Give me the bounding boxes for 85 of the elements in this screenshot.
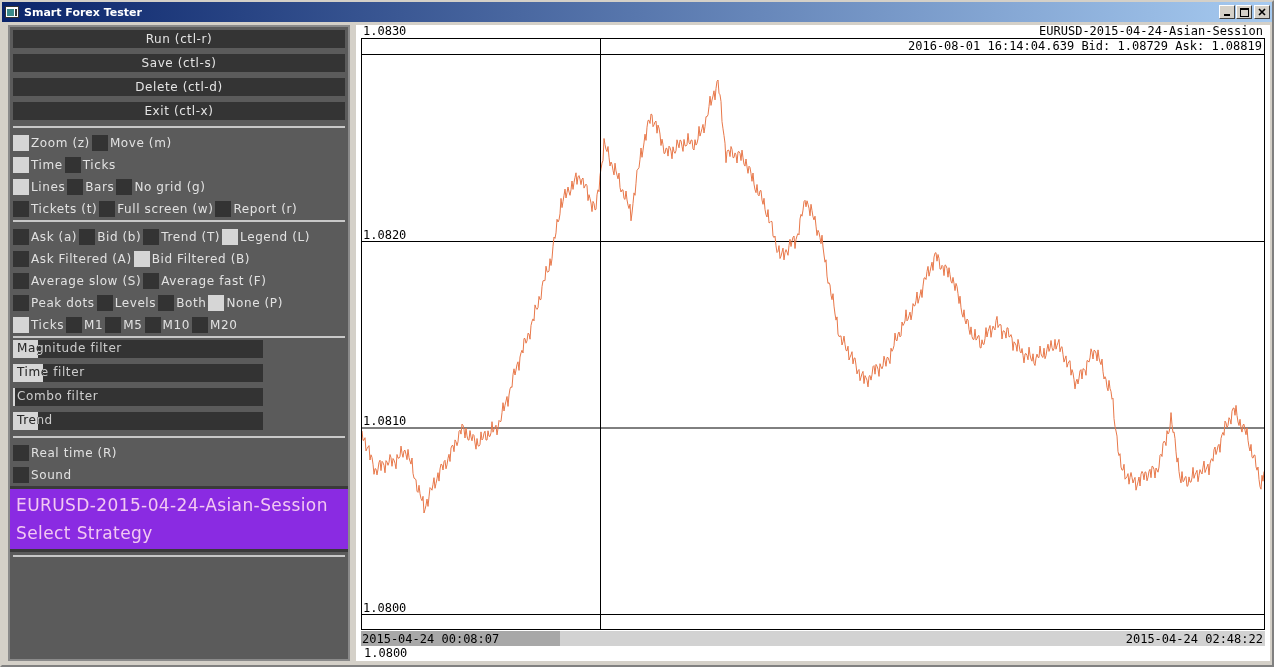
option-label: Trend (T) [161,230,221,244]
axis-label: 1.0800 [363,601,407,614]
checkbox[interactable] [191,317,208,333]
checkbox[interactable] [143,229,160,245]
axis-label: 1.0830 [363,25,407,38]
checkbox[interactable] [79,229,96,245]
session-title: EURUSD-2015-04-24-Asian-Session [16,494,329,517]
app-icon [5,6,19,18]
checkbox[interactable] [13,251,29,267]
option-label: Average slow (S) [31,274,142,288]
strategy-label[interactable]: Select Strategy [16,519,342,547]
checkbox[interactable] [64,157,81,173]
option-label: Peak dots [31,296,95,310]
checkbox[interactable] [66,317,83,333]
axis-label: 1.0810 [363,415,407,427]
checkbox[interactable] [96,295,113,311]
option-label: Tickets (t) [31,202,98,216]
checkbox[interactable] [222,229,239,245]
filter-slider[interactable]: Combo filter [13,388,263,406]
session-panel[interactable]: EURUSD-2015-04-24-Asian-Session Select Strategy [10,486,348,552]
window-title: Smart Forex Tester [24,5,143,19]
option-label: Full screen (w) [117,202,214,216]
checkbox[interactable] [13,273,29,289]
option-label: Bars [85,180,115,194]
maximize-icon [1239,7,1249,17]
option-label: M10 [162,318,190,332]
checkbox[interactable] [67,179,84,195]
time-range-bar[interactable]: 2015-04-24 00:08:07 2015-04-24 02:48:22 [361,631,1265,646]
slider-label: Combo filter [17,389,99,403]
option-label: Lines [31,180,66,194]
option-label: None (P) [226,296,283,310]
option-label: Zoom (z) [31,136,90,150]
option-label: Ticks [82,158,116,172]
end-time: 2015-04-24 02:48:22 [1125,632,1263,646]
checkbox[interactable] [13,295,29,311]
close-button[interactable] [1254,5,1270,19]
checkbox[interactable] [105,317,122,333]
quote-text: 2016-08-01 16:14:04.639 Bid: 1.08729 Ask: 1.08819 [362,39,1264,55]
option-label: Move (m) [109,136,172,150]
price-chart[interactable]: 2016-08-01 16:14:04.639 Bid: 1.08729 Ask: 1.08819 1.0820 1.0810 1.0800 [361,38,1265,630]
option-label: Bid (b) [97,230,142,244]
option-label: Average fast (F) [161,274,267,288]
checkbox[interactable] [13,467,29,483]
checkbox[interactable] [116,179,133,195]
option-label: Ticks [31,318,65,332]
option-label: No grid (g) [134,180,206,194]
menu-button[interactable]: Save (ctl-s) [13,54,345,72]
option-label: M5 [123,318,143,332]
checkbox[interactable] [13,179,29,195]
checkbox[interactable] [13,157,29,173]
option-label: Report (r) [233,202,298,216]
checkbox[interactable] [13,201,29,217]
option-label: Bid Filtered (B) [151,252,251,266]
option-label: Ask (a) [31,230,78,244]
option-label: M20 [209,318,238,332]
checkbox[interactable] [144,317,161,333]
close-icon [1258,8,1266,16]
checkbox[interactable] [91,135,108,151]
checkbox[interactable] [13,445,29,461]
option-label: Real time (R) [31,446,118,460]
menu-button[interactable]: Run (ctl-r) [13,30,345,48]
menu-button[interactable]: Delete (ctl-d) [13,78,345,96]
option-label: Legend (L) [240,230,311,244]
axis-label: 1.0820 [363,228,407,241]
checkbox[interactable] [99,201,116,217]
option-label: Both [176,296,207,310]
menu-button[interactable]: Exit (ctl-x) [13,102,345,120]
checkbox[interactable] [158,295,175,311]
price-value: 1.0800 [364,646,408,660]
option-label: Ask Filtered (A) [31,252,132,266]
maximize-button[interactable] [1236,5,1252,19]
start-time: 2015-04-24 00:08:07 [362,632,500,646]
checkbox[interactable] [13,229,29,245]
instrument-title: EURUSD-2015-04-24-Asian-Session [1039,25,1263,38]
checkbox[interactable] [133,251,150,267]
option-label: Time [31,158,63,172]
checkbox[interactable] [13,135,29,151]
option-label: Levels [114,296,157,310]
option-label: Sound [31,468,72,482]
checkbox[interactable] [143,273,160,289]
option-label: M1 [84,318,104,332]
minimize-button[interactable] [1219,5,1235,19]
checkbox[interactable] [13,317,29,333]
checkbox[interactable] [208,295,225,311]
checkbox[interactable] [215,201,232,217]
